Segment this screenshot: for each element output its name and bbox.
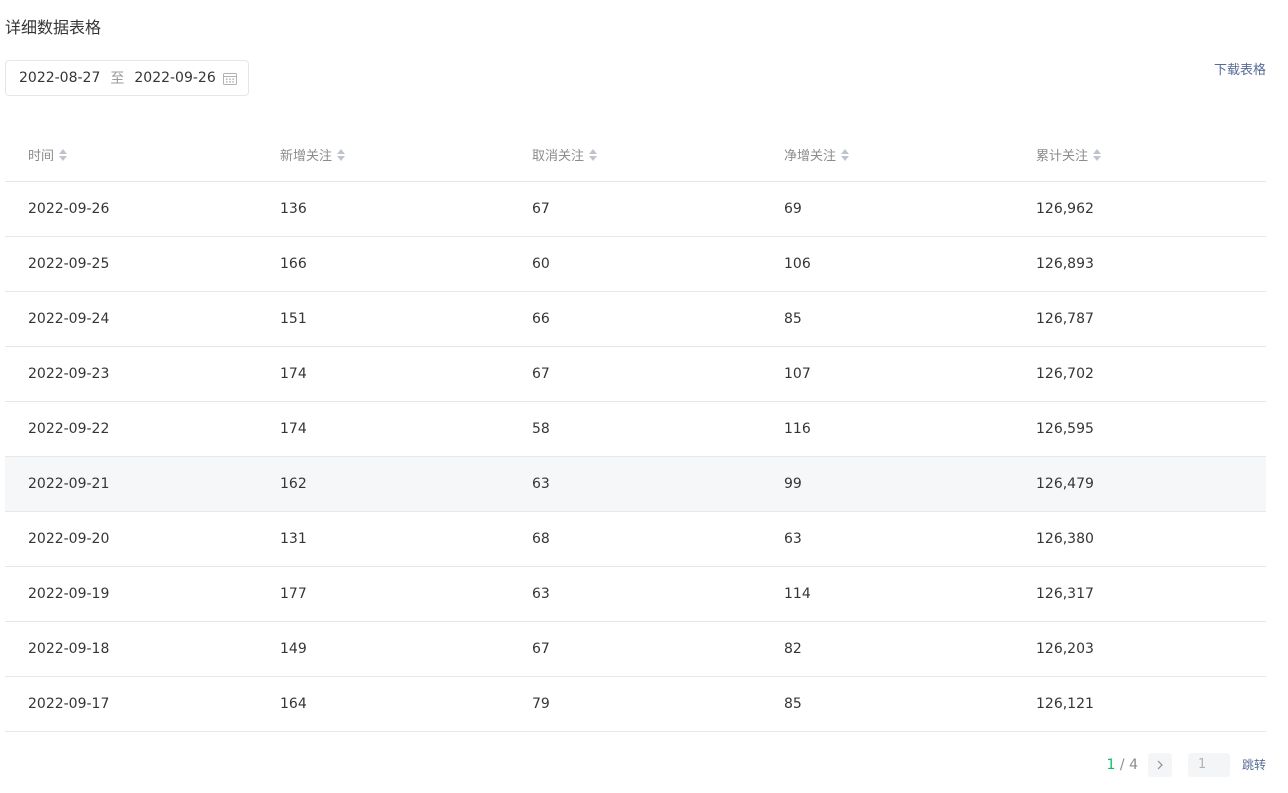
date-range-picker[interactable]: 2022-08-27 至 2022-09-26 [5, 60, 249, 96]
page-indicator: 1 / 4 [1107, 757, 1138, 773]
cell-total-follows: 126,702 [1036, 366, 1094, 382]
cell-unfollows: 66 [532, 311, 550, 327]
sort-icon[interactable] [840, 148, 850, 162]
sort-icon[interactable] [1092, 148, 1102, 162]
table-row: 2022-09-18 149 67 82 126,203 [5, 622, 1266, 677]
cell-net-follows: 99 [784, 476, 802, 492]
download-table-link[interactable]: 下载表格 [1214, 62, 1266, 80]
cell-total-follows: 126,787 [1036, 311, 1094, 327]
cell-date: 2022-09-20 [28, 531, 110, 547]
column-header-label: 时间 [28, 149, 55, 164]
page-separator: / [1115, 756, 1130, 773]
cell-new-follows: 166 [280, 256, 307, 272]
table-header: 时间 新增关注 取消关注 净增关注 累计关注 [5, 128, 1266, 182]
cell-total-follows: 126,595 [1036, 421, 1094, 437]
cell-new-follows: 162 [280, 476, 307, 492]
cell-net-follows: 107 [784, 366, 811, 382]
cell-date: 2022-09-21 [28, 476, 110, 492]
next-page-button[interactable] [1147, 752, 1172, 777]
cell-date: 2022-09-24 [28, 311, 110, 327]
table-row: 2022-09-25 166 60 106 126,893 [5, 237, 1266, 292]
column-header-new-follows[interactable]: 新增关注 [257, 145, 509, 164]
column-header-label: 累计关注 [1036, 149, 1089, 164]
cell-unfollows: 63 [532, 586, 550, 602]
data-table: 时间 新增关注 取消关注 净增关注 累计关注 2022-09-26 136 67 69 126,… [5, 128, 1266, 732]
total-pages: 4 [1129, 756, 1138, 773]
sort-icon[interactable] [588, 148, 598, 162]
cell-unfollows: 60 [532, 256, 550, 272]
cell-new-follows: 177 [280, 586, 307, 602]
cell-total-follows: 126,317 [1036, 586, 1094, 602]
cell-unfollows: 63 [532, 476, 550, 492]
cell-date: 2022-09-23 [28, 366, 110, 382]
page-title: 详细数据表格 [5, 18, 102, 37]
column-header-label: 新增关注 [280, 149, 333, 164]
table-row: 2022-09-23 174 67 107 126,702 [5, 347, 1266, 402]
cell-new-follows: 136 [280, 201, 307, 217]
cell-net-follows: 114 [784, 586, 811, 602]
cell-total-follows: 126,121 [1036, 696, 1094, 712]
column-header-label: 净增关注 [784, 149, 837, 164]
cell-new-follows: 164 [280, 696, 307, 712]
column-header-total-follows[interactable]: 累计关注 [1013, 145, 1266, 164]
table-body: 2022-09-26 136 67 69 126,962 2022-09-25 166 60 1… [5, 182, 1266, 732]
cell-net-follows: 82 [784, 641, 802, 657]
column-header-net-follows[interactable]: 净增关注 [761, 145, 1013, 164]
cell-date: 2022-09-18 [28, 641, 110, 657]
cell-new-follows: 151 [280, 311, 307, 327]
table-row: 2022-09-22 174 58 116 126,595 [5, 402, 1266, 457]
cell-total-follows: 126,203 [1036, 641, 1094, 657]
sort-icon[interactable] [336, 148, 346, 162]
cell-date: 2022-09-25 [28, 256, 110, 272]
cell-unfollows: 67 [532, 201, 550, 217]
date-range-separator: 至 [110, 71, 125, 87]
cell-total-follows: 126,479 [1036, 476, 1094, 492]
cell-date: 2022-09-26 [28, 201, 110, 217]
cell-new-follows: 174 [280, 366, 307, 382]
table-row: 2022-09-20 131 68 63 126,380 [5, 512, 1266, 567]
pagination: 1 / 4 跳转 [1107, 752, 1266, 777]
cell-new-follows: 131 [280, 531, 307, 547]
column-header-time[interactable]: 时间 [5, 145, 257, 164]
page-jump-input[interactable] [1187, 752, 1230, 777]
cell-total-follows: 126,380 [1036, 531, 1094, 547]
cell-new-follows: 149 [280, 641, 307, 657]
cell-unfollows: 67 [532, 366, 550, 382]
cell-date: 2022-09-22 [28, 421, 110, 437]
cell-net-follows: 116 [784, 421, 811, 437]
table-row: 2022-09-17 164 79 85 126,121 [5, 677, 1266, 732]
jump-button[interactable]: 跳转 [1242, 756, 1266, 773]
cell-unfollows: 58 [532, 421, 550, 437]
cell-total-follows: 126,962 [1036, 201, 1094, 217]
cell-net-follows: 106 [784, 256, 811, 272]
cell-net-follows: 63 [784, 531, 802, 547]
cell-net-follows: 69 [784, 201, 802, 217]
date-range-start[interactable]: 2022-08-27 [19, 70, 100, 86]
calendar-icon[interactable] [223, 72, 237, 85]
date-range-end[interactable]: 2022-09-26 [134, 70, 215, 86]
sort-icon[interactable] [58, 148, 68, 162]
cell-new-follows: 174 [280, 421, 307, 437]
cell-unfollows: 68 [532, 531, 550, 547]
cell-date: 2022-09-19 [28, 586, 110, 602]
cell-date: 2022-09-17 [28, 696, 110, 712]
cell-net-follows: 85 [784, 696, 802, 712]
column-header-unfollows[interactable]: 取消关注 [509, 145, 761, 164]
table-row: 2022-09-24 151 66 85 126,787 [5, 292, 1266, 347]
chevron-right-icon [1157, 760, 1163, 769]
cell-total-follows: 126,893 [1036, 256, 1094, 272]
table-row: 2022-09-26 136 67 69 126,962 [5, 182, 1266, 237]
table-row: 2022-09-21 162 63 99 126,479 [5, 457, 1266, 512]
cell-unfollows: 67 [532, 641, 550, 657]
table-row: 2022-09-19 177 63 114 126,317 [5, 567, 1266, 622]
cell-net-follows: 85 [784, 311, 802, 327]
column-header-label: 取消关注 [532, 149, 585, 164]
cell-unfollows: 79 [532, 696, 550, 712]
